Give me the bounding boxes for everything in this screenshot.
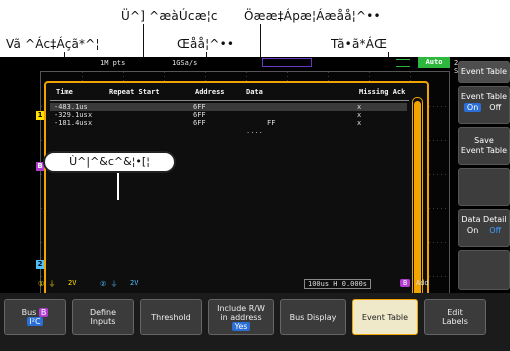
- bus-button-line1: Bus B: [22, 308, 49, 317]
- position-value: 0.000s: [341, 280, 368, 288]
- include-line1: Include R/W: [217, 303, 265, 313]
- table-row[interactable]: -329.1us x 6FF x: [50, 111, 407, 119]
- event-table-button-label: Event Table: [361, 312, 409, 322]
- ch1-scale: 2V: [68, 279, 77, 287]
- annotation-right: Tã•ã*ÁŒ: [331, 37, 388, 51]
- table-row[interactable]: -181.4us x 6FF FF x: [50, 119, 407, 127]
- column-time: Time: [56, 88, 73, 96]
- cell-address: 6FF: [193, 119, 206, 127]
- more-ellipsis: ....: [246, 127, 263, 135]
- annotation-left: Vã ^Ác‡Áçã*^¦: [6, 37, 100, 51]
- data-detail-toggle[interactable]: Data Detail On Off: [458, 209, 510, 247]
- threshold-button[interactable]: Threshold: [140, 299, 202, 335]
- threshold-label: Threshold: [151, 312, 191, 322]
- event-table-header: Time Repeat Start Address Data Missing A…: [52, 88, 407, 98]
- define-line1: Define: [89, 308, 117, 317]
- table-row[interactable]: -483.1us 6FF x: [50, 103, 407, 111]
- bus-indicator-badge: B: [400, 279, 411, 287]
- annotation-top1: Ü^] ^æàÚcæ¦c: [121, 9, 218, 23]
- record-length: 1M pts: [100, 59, 126, 67]
- edit-labels-button[interactable]: Edit Labels: [424, 299, 486, 335]
- side-menu: Event Table Event Table On Off Save Even…: [458, 57, 510, 293]
- edit-line2: Labels: [442, 317, 468, 326]
- ch2-scale: 2V: [130, 279, 139, 287]
- define-inputs-button[interactable]: Define Inputs: [72, 299, 134, 335]
- channel2-marker: 2: [36, 260, 44, 269]
- annotation-top2: Öææ‡Ápæ¦Áæåå¦^••: [244, 9, 381, 23]
- trigger-edge-icon: [396, 59, 410, 67]
- side-menu-title: Event Table: [458, 61, 510, 83]
- on-option[interactable]: On: [463, 103, 482, 112]
- off-option[interactable]: Off: [486, 103, 504, 112]
- timebase-value: 100us: [308, 280, 330, 288]
- bus-button-line2: I²C: [27, 317, 43, 326]
- cell-missing: x: [357, 111, 362, 119]
- include-value: Yes: [231, 321, 251, 331]
- save-label-line1: Save: [474, 136, 494, 145]
- include-line2: in address: [220, 312, 262, 322]
- event-table-toggle-label: Event Table: [460, 92, 508, 101]
- scrollbar-thumb[interactable]: [414, 101, 421, 306]
- define-line2: Inputs: [90, 317, 116, 326]
- cell-missing: x: [357, 103, 362, 111]
- sample-rate: 1GSa/s: [172, 59, 198, 67]
- empty-side-slot: [458, 250, 510, 290]
- cell-time: -181.4us: [54, 119, 88, 127]
- bus-button[interactable]: Bus B I²C: [4, 299, 66, 335]
- top-status-bar: 1M pts 1GSa/s Auto 24 Sep: [40, 57, 470, 75]
- column-data: Data: [246, 88, 263, 96]
- column-address: Address: [195, 88, 225, 96]
- include-rw-button[interactable]: Include R/W in address Yes: [208, 299, 274, 335]
- detail-off-option[interactable]: Off: [486, 226, 504, 235]
- edit-line1: Edit: [447, 308, 463, 317]
- cell-address: 6FF: [193, 111, 206, 119]
- bottom-status-bar: ① ⏚ 2V ② ⏚ 2V 100us H 0.000s B Add: [34, 279, 510, 289]
- bus-type-badge: I²C: [27, 317, 43, 326]
- data-detail-onoff: On Off: [459, 226, 509, 235]
- event-table-onoff: On Off: [459, 103, 509, 112]
- save-label-line2: Event Table: [460, 146, 508, 155]
- cell-time: -329.1us: [54, 111, 88, 119]
- bus-display-label: Bus Display: [289, 312, 337, 322]
- header-divider: [50, 100, 409, 101]
- event-table-toggle[interactable]: Event Table On Off: [458, 86, 510, 124]
- empty-side-slot: [458, 168, 510, 206]
- include-value-line: Yes: [231, 321, 251, 331]
- bus-button-label: Bus: [21, 308, 37, 317]
- bus-button-badge: B: [38, 308, 49, 317]
- annotation-mid: Œåå¦^••: [177, 37, 235, 51]
- detail-on-option[interactable]: On: [464, 226, 481, 235]
- bottom-softkey-bar: Bus B I²C Define Inputs Threshold Includ…: [0, 293, 510, 351]
- cell-repeat: x: [88, 119, 93, 127]
- bus-indicator-label: Add: [416, 279, 429, 287]
- ch1-indicator: ① ⏚: [38, 280, 56, 288]
- cell-repeat: x: [88, 111, 93, 119]
- timebase-box: 100us H 0.000s: [304, 279, 372, 289]
- bus-display-button[interactable]: Bus Display: [280, 299, 346, 335]
- cell-address: 6FF: [193, 103, 206, 111]
- event-table-button[interactable]: Event Table: [352, 299, 418, 335]
- annotation-selector-pill: Ù^|^&c^&¦•[¦: [43, 151, 176, 173]
- column-missing-ack: Missing Ack: [359, 88, 406, 96]
- trigger-mode-badge: Auto: [418, 57, 450, 68]
- channel1-marker: 1: [36, 111, 44, 120]
- column-repeat-start: Repeat Start: [109, 88, 160, 96]
- trigger-position-box: [262, 58, 312, 67]
- cell-time: -483.1us: [54, 103, 88, 111]
- ch2-indicator: ② ⏚: [100, 280, 118, 288]
- save-event-table-button[interactable]: Save Event Table: [458, 127, 510, 165]
- cell-data: FF: [267, 119, 276, 127]
- h-marker: H: [333, 280, 338, 288]
- data-detail-label: Data Detail: [461, 215, 507, 224]
- scope-screen: 1M pts 1GSa/s Auto 24 Sep 1 B 2 Time Rep…: [0, 57, 510, 351]
- cell-missing: x: [357, 119, 362, 127]
